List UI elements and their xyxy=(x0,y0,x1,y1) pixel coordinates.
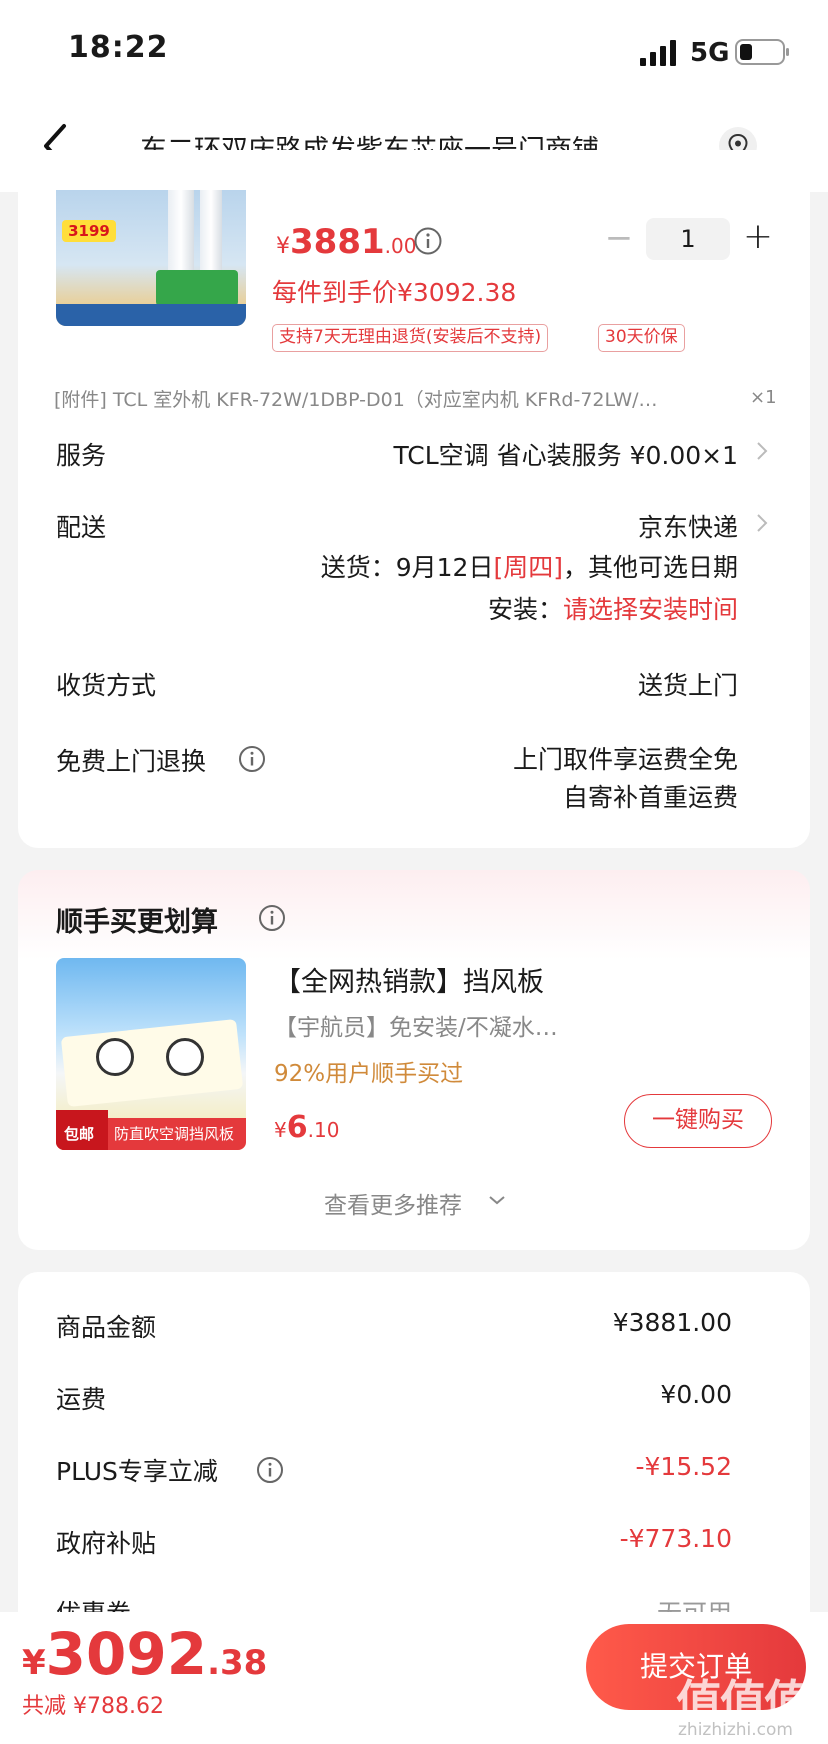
info-icon[interactable] xyxy=(258,904,286,932)
install-prefix: 安装： xyxy=(487,595,563,624)
thumb-price-badge: 3199 xyxy=(62,220,116,242)
final-price: 每件到手价¥3092.38 xyxy=(272,278,517,307)
chevron-right-icon[interactable] xyxy=(754,439,770,463)
total-saved: 共减 ¥788.62 xyxy=(22,1694,164,1719)
price-integer: 3881 xyxy=(290,222,385,262)
total-price: ¥3092.38 xyxy=(22,1620,267,1688)
price-decimal: .38 xyxy=(207,1643,268,1683)
service-label: 服务 xyxy=(56,441,107,470)
delivery-date[interactable]: 送货：9月12日[周四]，其他可选日期 xyxy=(321,548,738,584)
summary-value: ¥0.00 xyxy=(660,1380,732,1409)
watermark-url: zhizhizhi.com xyxy=(678,1720,793,1740)
recommend-price: ¥6.10 xyxy=(274,1110,339,1145)
free-return-line2: 自寄补首重运费 xyxy=(562,783,738,812)
summary-value: ¥3881.00 xyxy=(612,1308,732,1337)
product-price: ¥3881.00 xyxy=(276,222,416,262)
price-integer: 3092 xyxy=(45,1620,208,1688)
install-time[interactable]: 安装：请选择安装时间 xyxy=(488,590,738,626)
one-click-buy-button[interactable]: 一键购买 xyxy=(624,1094,772,1148)
delivery-label: 配送 xyxy=(56,513,107,542)
free-return-label: 免费上门退换 xyxy=(56,747,207,776)
summary-label: 运费 xyxy=(56,1385,107,1414)
info-icon[interactable] xyxy=(413,226,443,256)
info-icon[interactable] xyxy=(238,745,266,773)
delivery-carrier[interactable]: 京东快递 xyxy=(638,508,738,544)
recommend-title: 顺手买更划算 xyxy=(56,907,218,938)
quantity-increase-button[interactable]: + xyxy=(740,218,776,258)
accessory-qty: ×1 xyxy=(750,387,777,408)
price-protect-tag: 30天价保 xyxy=(598,324,685,352)
return-policy-tag: 支持7天无理由退货(安装后不支持) xyxy=(272,324,549,352)
price-integer: 6 xyxy=(286,1110,308,1145)
signal-icon xyxy=(640,40,676,66)
subsidy-value: -¥773.10 xyxy=(619,1524,732,1553)
price-decimal: .00 xyxy=(384,234,417,258)
price-symbol: ¥ xyxy=(276,234,290,259)
receipt-method-label: 收货方式 xyxy=(56,671,157,700)
quantity-input[interactable]: 1 xyxy=(646,218,730,260)
chevron-right-icon[interactable] xyxy=(754,511,770,535)
thumb-free-shipping-label: 包邮 xyxy=(64,1125,95,1143)
recommend-product-desc: 【宇航员】免安装/不凝水… xyxy=(274,1015,558,1041)
status-time: 18:22 xyxy=(68,30,169,65)
info-icon[interactable] xyxy=(256,1456,284,1484)
network-label: 5G xyxy=(690,38,730,68)
install-value: 请选择安装时间 xyxy=(562,595,738,624)
thumb-strip xyxy=(56,304,246,326)
price-symbol: ¥ xyxy=(274,1118,287,1142)
summary-label: 商品金额 xyxy=(56,1313,157,1342)
thumb-subsidy-badge xyxy=(156,270,238,306)
summary-label: 政府补贴 xyxy=(56,1529,157,1558)
more-recommend-link[interactable]: 查看更多推荐 xyxy=(324,1186,462,1220)
service-value[interactable]: TCL空调 省心装服务 ¥0.00×1 xyxy=(393,436,738,472)
summary-label: PLUS专享立减 xyxy=(56,1457,218,1486)
delivery-weekday: [周四] xyxy=(493,553,563,582)
thumb-caption: 防直吹空调挡风板 xyxy=(114,1125,235,1143)
chevron-down-icon[interactable] xyxy=(488,1194,506,1206)
recommend-product-image[interactable]: 包邮 防直吹空调挡风板 xyxy=(56,958,246,1150)
plus-discount-value: -¥15.52 xyxy=(635,1452,733,1481)
receipt-method-value: 送货上门 xyxy=(637,671,738,700)
quantity-decrease-button[interactable]: − xyxy=(604,221,634,258)
delivery-date-prefix: 送货：9月12日 xyxy=(320,553,494,582)
price-decimal: .10 xyxy=(307,1118,340,1142)
delivery-date-suffix: ，其他可选日期 xyxy=(562,553,738,582)
accessory-line: [附件] TCL 室外机 KFR-72W/1DBP-D01（对应室内机 KFRd… xyxy=(54,389,658,411)
recommend-bought-rate: 92%用户顺手买过 xyxy=(274,1061,464,1087)
price-symbol: ¥ xyxy=(22,1643,46,1683)
battery-icon xyxy=(735,39,789,65)
product-image[interactable]: 3199 xyxy=(56,190,246,326)
free-return-line1: 上门取件享运费全免 xyxy=(512,745,738,774)
recommend-product-name[interactable]: 【全网热销款】挡风板 xyxy=(274,960,544,999)
